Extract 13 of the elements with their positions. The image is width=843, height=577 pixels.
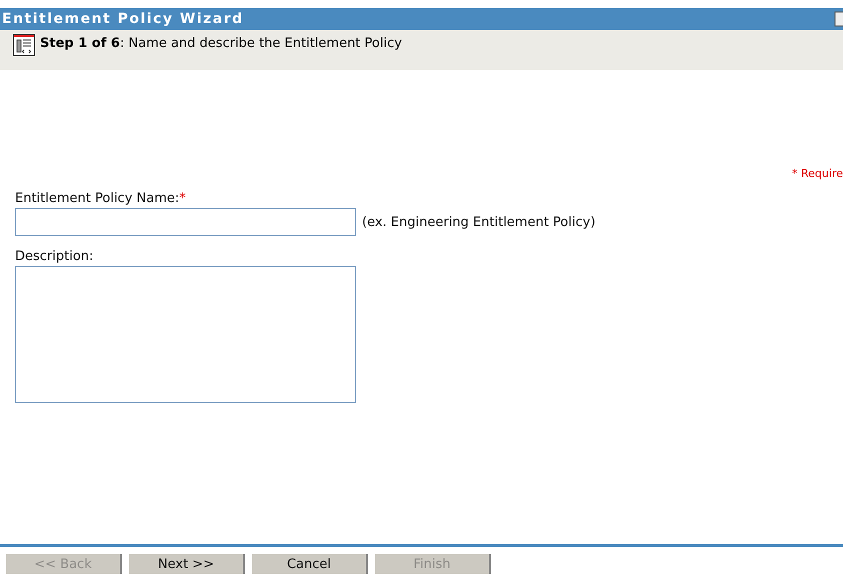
field-hint: (ex. Engineering Entitlement Policy) xyxy=(362,214,596,230)
help-icon[interactable] xyxy=(834,11,843,27)
required-note: * Require xyxy=(792,167,843,180)
window-title: Entitlement Policy Wizard xyxy=(2,11,244,27)
wizard-step-icon xyxy=(13,34,35,56)
name-input-field[interactable] xyxy=(15,208,356,236)
required-mark: * xyxy=(179,191,186,206)
step-title: Step 1 of 6: Name and describe the Entitlement Policy xyxy=(40,36,402,51)
wizard-button[interactable]: Next >> xyxy=(129,554,245,574)
field-label: Description: xyxy=(15,249,94,264)
wizard-button[interactable]: Cancel xyxy=(252,554,368,574)
description-field[interactable] xyxy=(15,266,356,403)
field-label: Entitlement Policy Name: xyxy=(15,191,180,206)
